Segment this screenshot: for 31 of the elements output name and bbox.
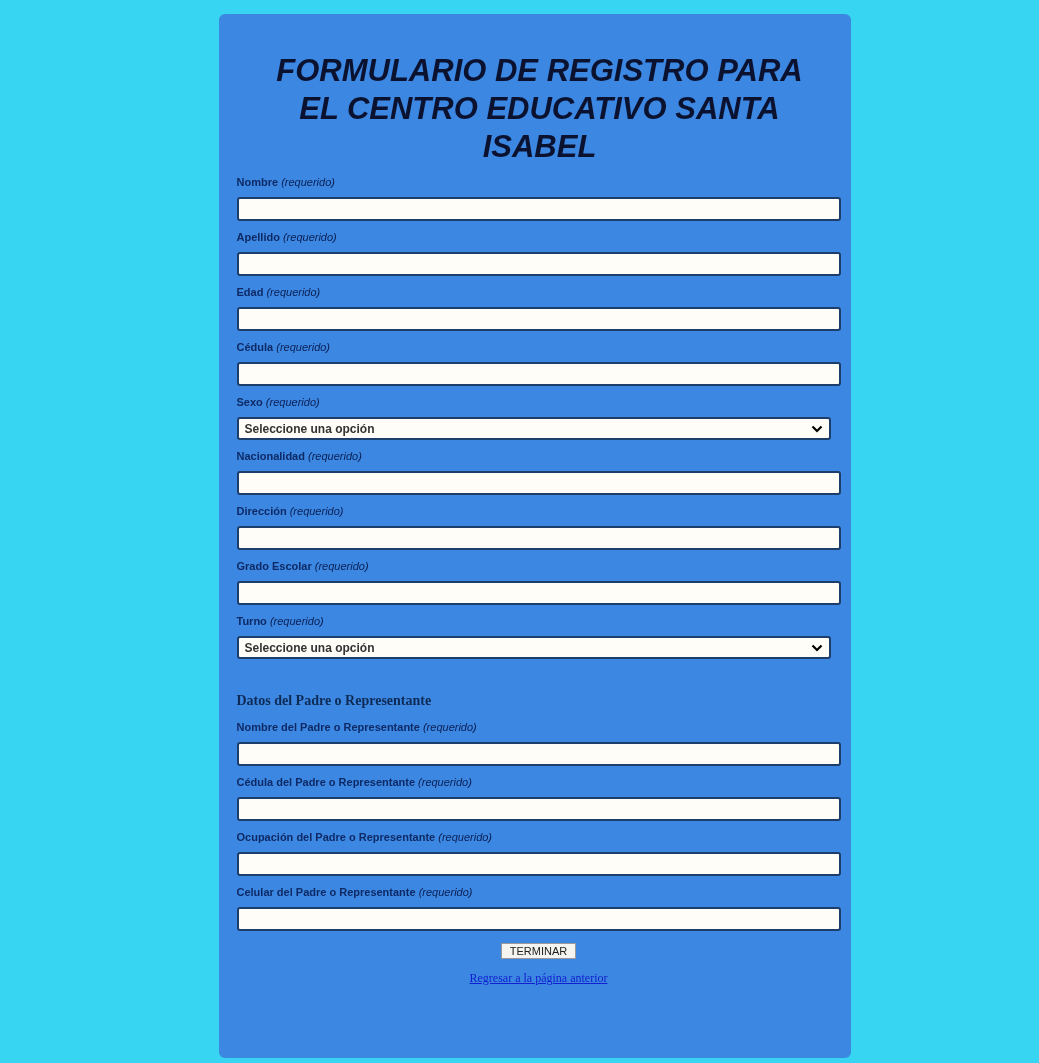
input-field[interactable] — [236, 907, 841, 931]
input-field[interactable] — [236, 471, 841, 495]
input-field[interactable] — [236, 197, 841, 221]
select-field[interactable]: Seleccione una opción — [236, 417, 831, 440]
field-label: Cédula del Padre o Representante (requerido) — [236, 776, 473, 789]
input-field[interactable] — [236, 362, 841, 386]
field-label: Celular del Padre o Representante (requerido) — [236, 886, 474, 899]
field-label: Sexo (requerido) — [236, 396, 321, 409]
section-heading: Datos del Padre o Representante — [236, 693, 433, 709]
field-label: Turno (requerido) — [236, 615, 325, 628]
input-field[interactable] — [236, 742, 841, 766]
field-label: Nacionalidad (requerido) — [236, 450, 363, 463]
form-title: FORMULARIO DE REGISTRO PARA EL CENTRO EDUCATIVO SANTA ISABEL — [275, 52, 804, 166]
input-field[interactable] — [236, 797, 841, 821]
chevron-down-icon — [810, 643, 823, 652]
field-label: Apellido (requerido) — [236, 231, 338, 244]
field-label: Nombre del Padre o Representante (requerido) — [236, 721, 478, 734]
input-field[interactable] — [236, 581, 841, 605]
input-field[interactable] — [236, 852, 841, 876]
input-field[interactable] — [236, 526, 841, 550]
field-label: Grado Escolar (requerido) — [236, 560, 370, 573]
field-label: Dirección (requerido) — [236, 505, 345, 518]
field-label: Ocupación del Padre o Representante (requerido) — [236, 831, 494, 844]
submit-button[interactable]: TERMINAR — [500, 943, 577, 959]
input-field[interactable] — [236, 307, 841, 331]
input-field[interactable] — [236, 252, 841, 276]
chevron-down-icon — [810, 424, 823, 433]
select-field[interactable]: Seleccione una opción — [236, 636, 831, 659]
field-label: Edad (requerido) — [236, 286, 322, 299]
field-label: Nombre (requerido) — [236, 176, 336, 189]
field-label: Cédula (requerido) — [236, 341, 332, 354]
